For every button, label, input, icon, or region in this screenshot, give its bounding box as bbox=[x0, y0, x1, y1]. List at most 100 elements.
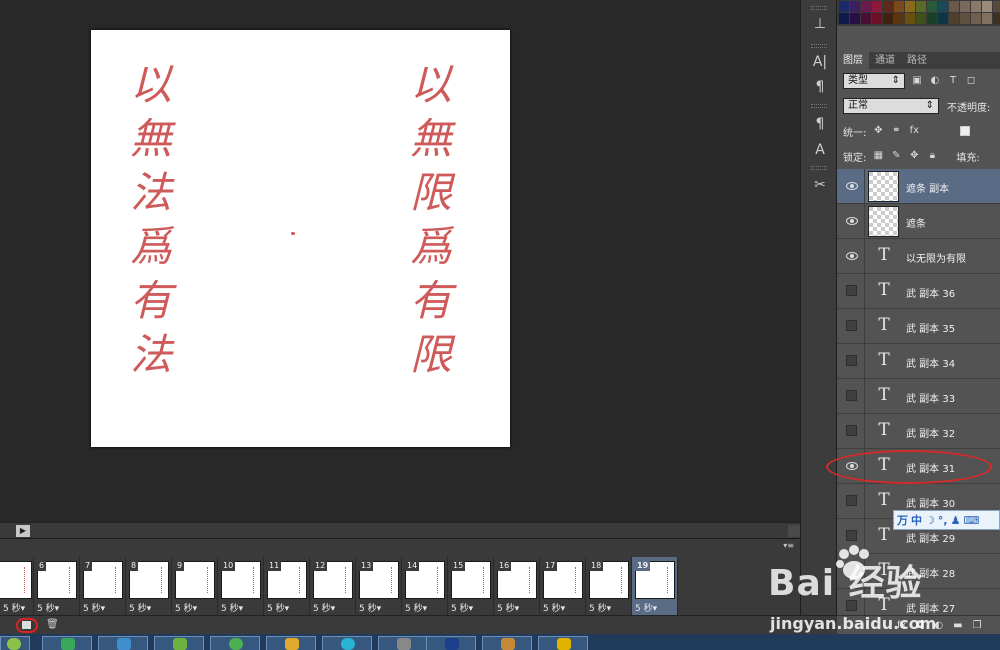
taskbar-app[interactable] bbox=[322, 636, 372, 650]
color-swatch[interactable] bbox=[971, 13, 981, 24]
timeline-frame[interactable]: 15 5 秒▾ bbox=[448, 557, 494, 615]
timeline-frame[interactable]: 5 秒▾ bbox=[0, 557, 34, 615]
lock-all-icon[interactable]: 🔒︎ bbox=[926, 150, 938, 162]
panel-grip[interactable] bbox=[811, 44, 827, 48]
canvas-horizontal-scrollbar[interactable]: ▶ bbox=[0, 522, 800, 538]
timeline-frame[interactable]: 9 5 秒▾ bbox=[172, 557, 218, 615]
color-swatch[interactable] bbox=[916, 13, 926, 24]
ime-item[interactable]: ☽ bbox=[925, 514, 935, 527]
color-swatch[interactable] bbox=[916, 1, 926, 12]
color-swatch[interactable] bbox=[949, 1, 959, 12]
filter-kind-select[interactable]: 类型 ⇕ bbox=[843, 73, 905, 89]
color-swatch[interactable] bbox=[949, 13, 959, 24]
frame-delay-select[interactable]: 5 秒▾ bbox=[497, 601, 519, 614]
visibility-toggle[interactable] bbox=[837, 379, 865, 414]
timeline-frame[interactable]: 10 5 秒▾ bbox=[218, 557, 264, 615]
visibility-toggle[interactable] bbox=[837, 309, 865, 344]
color-swatch[interactable] bbox=[839, 1, 849, 12]
color-swatch[interactable] bbox=[894, 13, 904, 24]
visibility-toggle[interactable] bbox=[837, 169, 865, 204]
ime-item[interactable]: 中 bbox=[911, 512, 922, 528]
lock-pixels-icon[interactable]: ✎ bbox=[890, 150, 902, 162]
frame-delay-select[interactable]: 5 秒▾ bbox=[221, 601, 243, 614]
ime-toolbar[interactable]: 万 中 ☽ °, ♟ ⌨ bbox=[893, 510, 1000, 530]
taskbar-app-photoshop[interactable] bbox=[426, 636, 476, 650]
color-swatch[interactable] bbox=[872, 1, 882, 12]
color-swatch[interactable] bbox=[894, 1, 904, 12]
lock-position-icon[interactable]: ✥ bbox=[908, 150, 920, 162]
tab-layers[interactable]: 图层 bbox=[837, 52, 869, 69]
frame-delay-select[interactable]: 5 秒▾ bbox=[129, 601, 151, 614]
frame-delay-select[interactable]: 5 秒▾ bbox=[405, 601, 427, 614]
color-swatch[interactable] bbox=[861, 13, 871, 24]
taskbar-app[interactable] bbox=[98, 636, 148, 650]
visibility-toggle[interactable] bbox=[837, 414, 865, 449]
timeline-frame[interactable]: 6 5 秒▾ bbox=[34, 557, 80, 615]
frame-delay-select[interactable]: 5 秒▾ bbox=[3, 601, 25, 614]
unify-position-icon[interactable]: ✥ bbox=[872, 125, 884, 137]
visibility-toggle[interactable] bbox=[837, 344, 865, 379]
adjustment-filter-icon[interactable]: ◐ bbox=[929, 75, 941, 87]
frame-delay-select[interactable]: 5 秒▾ bbox=[83, 601, 105, 614]
panel-grip[interactable] bbox=[811, 104, 827, 108]
duplicate-frame-button[interactable] bbox=[16, 618, 38, 633]
type-filter-icon[interactable]: T bbox=[947, 75, 959, 87]
start-button[interactable] bbox=[0, 636, 30, 650]
frame-delay-select[interactable]: 5 秒▾ bbox=[359, 601, 381, 614]
frame-delay-select[interactable]: 5 秒▾ bbox=[451, 601, 473, 614]
tool-presets-icon[interactable]: ✂ bbox=[809, 175, 831, 195]
color-swatch[interactable] bbox=[861, 1, 871, 12]
color-swatch[interactable] bbox=[971, 1, 981, 12]
timeline-frame[interactable]: 16 5 秒▾ bbox=[494, 557, 540, 615]
layer-row[interactable]: 遮条 副本 bbox=[837, 169, 1000, 204]
frame-delay-select[interactable]: 5 秒▾ bbox=[267, 601, 289, 614]
color-swatch[interactable] bbox=[960, 1, 970, 12]
ime-item[interactable]: 万 bbox=[897, 512, 908, 528]
visibility-toggle[interactable] bbox=[837, 484, 865, 519]
timeline-frame[interactable]: 8 5 秒▾ bbox=[126, 557, 172, 615]
timeline-frame[interactable]: 13 5 秒▾ bbox=[356, 557, 402, 615]
unify-visibility-icon[interactable]: ⚭ bbox=[890, 125, 902, 137]
layer-row[interactable]: T 武 副本 33 bbox=[837, 379, 1000, 414]
panel-grip[interactable] bbox=[811, 166, 827, 170]
tab-channels[interactable]: 通道 bbox=[869, 52, 901, 69]
panel-grip[interactable] bbox=[811, 6, 827, 10]
character-style-icon[interactable]: A bbox=[809, 140, 831, 160]
color-swatch[interactable] bbox=[938, 13, 948, 24]
timeline-frame[interactable]: 17 5 秒▾ bbox=[540, 557, 586, 615]
color-swatch[interactable] bbox=[993, 1, 1000, 12]
visibility-toggle[interactable] bbox=[837, 239, 865, 274]
color-swatch[interactable] bbox=[850, 1, 860, 12]
tab-paths[interactable]: 路径 bbox=[901, 52, 933, 69]
visibility-toggle[interactable] bbox=[837, 274, 865, 309]
timeline-frame[interactable]: 12 5 秒▾ bbox=[310, 557, 356, 615]
color-swatch[interactable] bbox=[982, 1, 992, 12]
unify-style-icon[interactable]: fx bbox=[908, 125, 920, 137]
color-swatch[interactable] bbox=[883, 1, 893, 12]
propagate-checkbox[interactable] bbox=[960, 126, 971, 136]
color-swatch[interactable] bbox=[905, 13, 915, 24]
taskbar-app[interactable] bbox=[42, 636, 92, 650]
paragraph-style-icon[interactable]: ¶ bbox=[809, 114, 831, 134]
layer-row[interactable]: T 武 副本 36 bbox=[837, 274, 1000, 309]
frame-delay-select[interactable]: 5 秒▾ bbox=[175, 601, 197, 614]
stamp-icon[interactable]: ⊥ bbox=[809, 14, 831, 34]
timeline-frame[interactable]: 11 5 秒▾ bbox=[264, 557, 310, 615]
trash-icon[interactable]: 🗑︎ bbox=[46, 619, 59, 630]
timeline-frame[interactable]: 19 5 秒▾ bbox=[632, 557, 678, 615]
layer-row[interactable]: T 武 副本 35 bbox=[837, 309, 1000, 344]
color-swatch[interactable] bbox=[993, 13, 1000, 24]
color-swatch[interactable] bbox=[850, 13, 860, 24]
timeline-frame[interactable]: 14 5 秒▾ bbox=[402, 557, 448, 615]
scroll-end-handle[interactable] bbox=[788, 525, 800, 537]
color-swatch[interactable] bbox=[938, 1, 948, 12]
ime-item[interactable]: ♟ bbox=[951, 514, 961, 527]
ime-item[interactable]: °, bbox=[938, 514, 948, 527]
color-swatch[interactable] bbox=[883, 13, 893, 24]
layer-row[interactable]: T 武 副本 34 bbox=[837, 344, 1000, 379]
frame-delay-select[interactable]: 5 秒▾ bbox=[543, 601, 565, 614]
frame-delay-select[interactable]: 5 秒▾ bbox=[589, 601, 611, 614]
frame-delay-select[interactable]: 5 秒▾ bbox=[37, 601, 59, 614]
character-icon[interactable]: A| bbox=[809, 52, 831, 72]
color-swatch[interactable] bbox=[839, 13, 849, 24]
